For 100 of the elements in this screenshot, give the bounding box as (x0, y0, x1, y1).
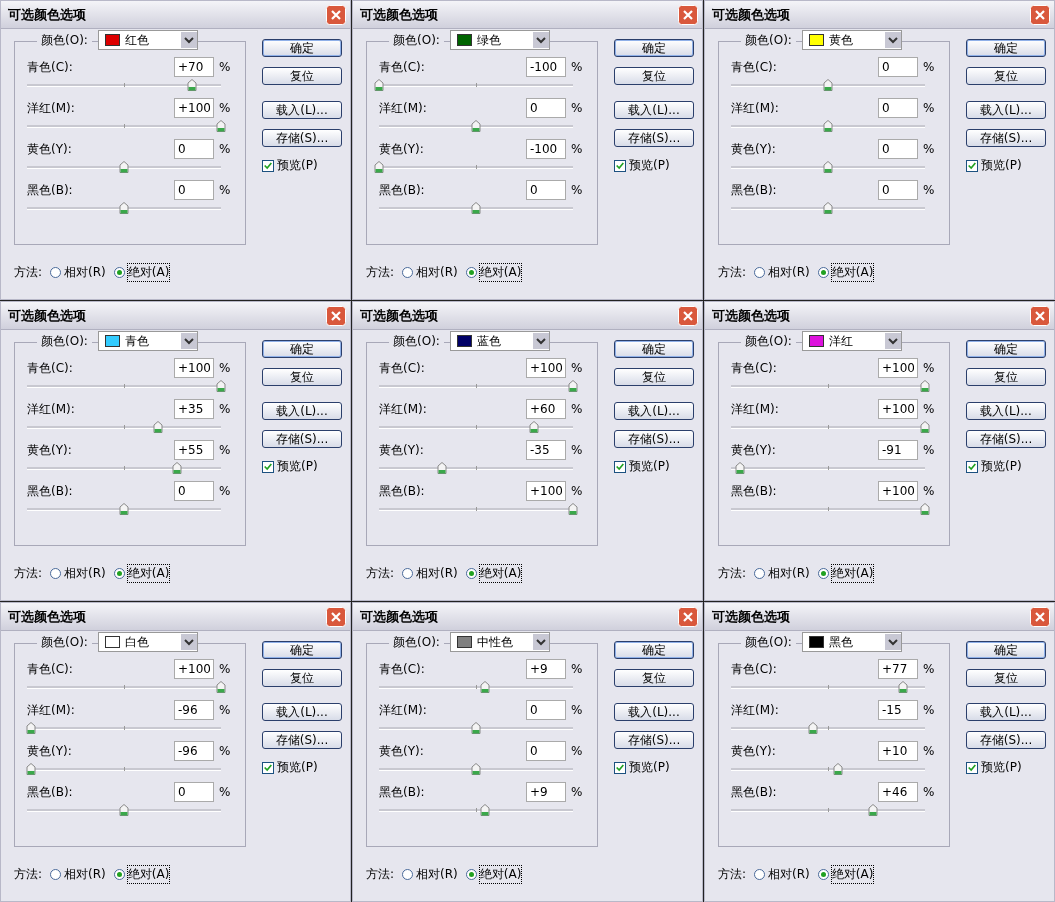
preview-checkbox[interactable]: 预览(P) (614, 759, 694, 776)
slider-thumb[interactable] (479, 804, 490, 816)
slider-thumb[interactable] (119, 503, 129, 515)
dialog-button[interactable]: 确定 (262, 641, 342, 659)
dialog-button[interactable]: 确定 (966, 641, 1046, 659)
slider-thumb[interactable] (920, 503, 930, 515)
radio-icon[interactable] (50, 267, 62, 278)
dialog-button[interactable]: 确定 (614, 641, 694, 659)
method-radio[interactable]: 绝对(A) (113, 565, 170, 582)
slider-thumb[interactable] (119, 202, 129, 214)
slider-thumb[interactable] (471, 120, 481, 132)
method-radio[interactable]: 绝对(A) (817, 264, 874, 281)
value-field[interactable]: +60 (526, 399, 566, 419)
dialog-button[interactable]: 载入(L)... (614, 703, 694, 721)
radio-icon[interactable] (817, 869, 829, 880)
close-icon[interactable] (1030, 4, 1050, 25)
slider-thumb[interactable] (920, 380, 930, 392)
dialog-button[interactable]: 存储(S)... (966, 731, 1046, 749)
slider-thumb[interactable] (529, 421, 540, 433)
slider-thumb[interactable] (832, 763, 843, 775)
method-radio[interactable]: 绝对(A) (465, 866, 522, 883)
radio-icon[interactable] (754, 568, 766, 579)
dialog-button[interactable]: 确定 (966, 340, 1046, 358)
close-icon[interactable] (326, 4, 346, 25)
dialog-button[interactable]: 复位 (966, 67, 1046, 85)
color-dropdown[interactable]: 黄色 (801, 30, 902, 50)
slider-thumb[interactable] (172, 462, 183, 474)
slider-thumb[interactable] (374, 79, 384, 91)
radio-icon[interactable] (113, 568, 125, 579)
dialog-button[interactable]: 确定 (262, 39, 342, 57)
checkbox-icon[interactable] (966, 460, 978, 473)
close-icon[interactable] (1030, 606, 1050, 627)
method-radio[interactable]: 相对(R) (50, 264, 106, 281)
dialog-button[interactable]: 存储(S)... (262, 430, 342, 448)
slider-thumb[interactable] (808, 722, 819, 734)
radio-icon[interactable] (817, 267, 829, 278)
value-field[interactable]: 0 (526, 741, 566, 761)
dialog-button[interactable]: 载入(L)... (966, 703, 1046, 721)
slider-thumb[interactable] (119, 804, 129, 816)
value-field[interactable]: -35 (526, 440, 566, 460)
dialog-button[interactable]: 复位 (614, 669, 694, 687)
color-dropdown[interactable]: 绿色 (449, 30, 550, 50)
slider-thumb[interactable] (216, 681, 226, 693)
value-field[interactable]: 0 (878, 139, 918, 159)
value-field[interactable]: -96 (174, 700, 214, 720)
preview-checkbox[interactable]: 预览(P) (966, 759, 1046, 776)
color-dropdown[interactable]: 黑色 (801, 632, 902, 652)
dialog-button[interactable]: 存储(S)... (614, 731, 694, 749)
checkbox-icon[interactable] (262, 761, 274, 774)
method-radio[interactable]: 绝对(A) (817, 565, 874, 582)
slider-thumb[interactable] (867, 804, 878, 816)
dialog-button[interactable]: 确定 (614, 340, 694, 358)
method-radio[interactable]: 绝对(A) (113, 866, 170, 883)
close-icon[interactable] (326, 305, 346, 326)
dialog-button[interactable]: 复位 (262, 368, 342, 386)
color-dropdown[interactable]: 蓝色 (449, 331, 550, 351)
method-radio[interactable]: 相对(R) (402, 565, 458, 582)
dialog-button[interactable]: 存储(S)... (966, 430, 1046, 448)
value-field[interactable]: +55 (174, 440, 214, 460)
slider-thumb[interactable] (823, 79, 833, 91)
preview-checkbox[interactable]: 预览(P) (262, 759, 342, 776)
method-radio[interactable]: 相对(R) (50, 565, 106, 582)
method-radio[interactable]: 相对(R) (754, 565, 810, 582)
dialog-button[interactable]: 确定 (262, 340, 342, 358)
value-field[interactable]: +9 (526, 659, 566, 679)
slider-thumb[interactable] (471, 202, 481, 214)
value-field[interactable]: +100 (526, 481, 566, 501)
close-icon[interactable] (1030, 305, 1050, 326)
method-radio[interactable]: 绝对(A) (465, 565, 522, 582)
slider-thumb[interactable] (823, 202, 833, 214)
value-field[interactable]: -91 (878, 440, 918, 460)
radio-icon[interactable] (402, 568, 414, 579)
slider-thumb[interactable] (216, 120, 226, 132)
value-field[interactable]: -96 (174, 741, 214, 761)
method-radio[interactable]: 相对(R) (402, 866, 458, 883)
radio-icon[interactable] (402, 869, 414, 880)
checkbox-icon[interactable] (614, 761, 626, 774)
preview-checkbox[interactable]: 预览(P) (966, 157, 1046, 174)
close-icon[interactable] (678, 606, 698, 627)
radio-icon[interactable] (817, 568, 829, 579)
checkbox-icon[interactable] (614, 460, 626, 473)
method-radio[interactable]: 相对(R) (402, 264, 458, 281)
method-radio[interactable]: 绝对(A) (465, 264, 522, 281)
checkbox-icon[interactable] (614, 159, 626, 172)
slider-thumb[interactable] (152, 421, 163, 433)
checkbox-icon[interactable] (966, 159, 978, 172)
color-dropdown[interactable]: 青色 (97, 331, 198, 351)
dialog-button[interactable]: 载入(L)... (966, 101, 1046, 119)
radio-icon[interactable] (754, 869, 766, 880)
value-field[interactable]: 0 (878, 57, 918, 77)
radio-icon[interactable] (113, 869, 125, 880)
method-radio[interactable]: 相对(R) (754, 866, 810, 883)
dialog-button[interactable]: 复位 (614, 67, 694, 85)
slider-thumb[interactable] (471, 722, 481, 734)
slider-thumb[interactable] (479, 681, 490, 693)
value-field[interactable]: +10 (878, 741, 918, 761)
radio-icon[interactable] (50, 568, 62, 579)
method-radio[interactable]: 绝对(A) (113, 264, 170, 281)
value-field[interactable]: -15 (878, 700, 918, 720)
color-dropdown[interactable]: 白色 (97, 632, 198, 652)
